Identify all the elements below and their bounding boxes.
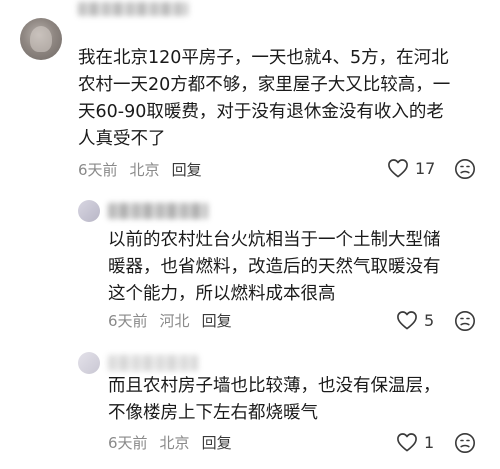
comment-text: 我在北京120平房子，一天也就4、5方，在河北 农村一天20方都不够，家里屋子大…	[78, 48, 451, 149]
heart-outline-icon	[397, 311, 417, 330]
reply-location: 河北	[159, 312, 190, 330]
frown-face-icon	[455, 159, 475, 179]
frown-face-icon	[455, 433, 475, 453]
reply-button[interactable]: 回复	[202, 434, 232, 452]
heart-outline-icon	[388, 159, 408, 178]
dislike-button[interactable]	[454, 432, 476, 454]
user-avatar[interactable]	[78, 200, 100, 222]
comment-thread: 我在北京120平房子，一天也就4、5方，在河北 农村一天20方都不够，家里屋子大…	[0, 0, 500, 469]
like-count: 17	[415, 158, 436, 178]
reply-text: 而且农村房子墙也比较薄，也没有保温层， 不像楼房上下左右都烧暖气	[108, 376, 441, 423]
like-button[interactable]: 5	[396, 310, 434, 330]
heart-outline-icon	[397, 433, 417, 452]
user-avatar[interactable]	[78, 352, 100, 374]
reply-meta: 6天前 河北 回复	[108, 311, 244, 331]
like-count: 5	[424, 310, 435, 330]
reply-text: 以前的农村灶台火炕相当于一个土制大型储 暖器，也省燃料，改造后的天然气取暖没有 …	[108, 230, 441, 304]
reply-button[interactable]: 回复	[202, 312, 232, 330]
dislike-button[interactable]	[454, 310, 476, 332]
comment-meta: 6天前 北京 回复	[78, 160, 214, 180]
comment-location: 北京	[129, 161, 160, 179]
reply-time: 6天前	[108, 312, 148, 330]
user-avatar[interactable]	[20, 18, 62, 60]
like-count: 1	[424, 432, 435, 452]
reply-time: 6天前	[108, 434, 148, 452]
frown-face-icon	[455, 311, 475, 331]
reply-location: 北京	[159, 434, 190, 452]
dislike-button[interactable]	[454, 158, 476, 180]
blurred-username	[78, 2, 188, 16]
reply-meta: 6天前 北京 回复	[108, 433, 244, 453]
blurred-username	[108, 355, 198, 371]
reply-button[interactable]: 回复	[172, 161, 202, 179]
comment-time: 6天前	[78, 161, 118, 179]
like-button[interactable]: 17	[387, 158, 435, 178]
like-button[interactable]: 1	[396, 432, 434, 452]
blurred-username	[108, 203, 208, 219]
